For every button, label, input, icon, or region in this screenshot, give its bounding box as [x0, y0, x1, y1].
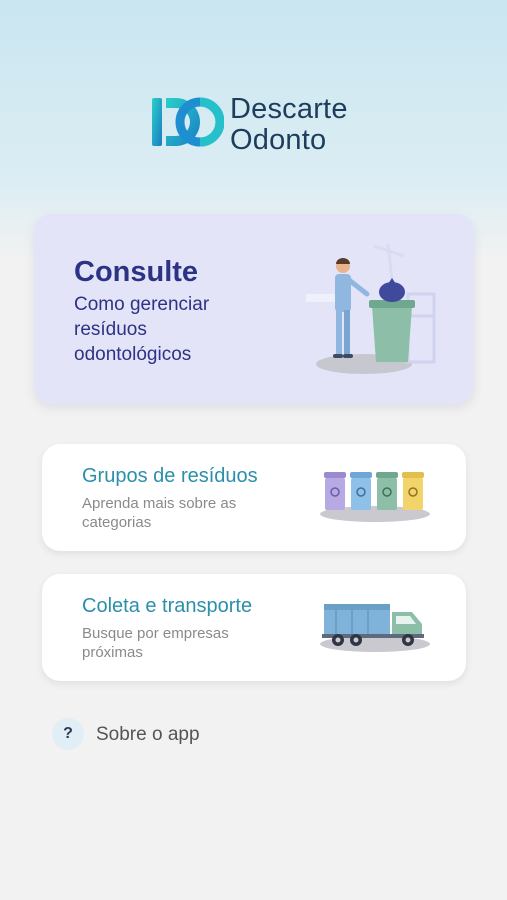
hero-subtitle: Como gerenciar resíduos odontológicos: [74, 294, 210, 365]
logo-line-1: Descarte: [230, 93, 348, 125]
collection-transport-title: Coleta e transporte: [82, 595, 253, 617]
app-logo: Descarte Odonto: [150, 92, 360, 156]
worker-disposal-illustration-icon: [306, 243, 436, 374]
waste-groups-card[interactable]: Grupos de resíduos Aprenda mais sobre as…: [42, 444, 466, 551]
hero-title: Consulte: [74, 256, 199, 288]
waste-groups-description: Aprenda mais sobre as categorias: [82, 495, 237, 531]
logo-text: Descarte Odonto: [230, 94, 348, 156]
collection-transport-description: Busque por empresas próximas: [82, 625, 229, 661]
garbage-truck-icon: [320, 604, 430, 652]
consult-hero-card[interactable]: Consulte Como gerenciar resíduos odontol…: [34, 214, 474, 404]
logo-line-2: Odonto: [230, 124, 327, 156]
about-app-label: Sobre o app: [96, 724, 200, 745]
waste-bins-icon: [320, 472, 430, 522]
help-icon: ?: [52, 718, 84, 750]
waste-groups-title: Grupos de resíduos: [82, 465, 258, 487]
logo-mark-icon: [152, 97, 224, 147]
collection-transport-card[interactable]: Coleta e transporte Busque por empresas …: [42, 574, 466, 681]
